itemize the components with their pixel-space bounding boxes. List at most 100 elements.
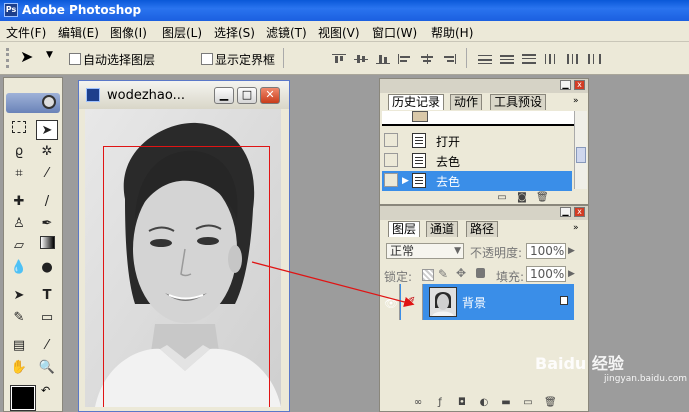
layer-style-icon[interactable]: ƒ: [434, 397, 446, 408]
menu-select[interactable]: 选择(S): [214, 24, 255, 41]
align-left-icon[interactable]: [398, 54, 412, 64]
history-source-checkbox[interactable]: [384, 133, 398, 147]
magic-wand-tool-icon[interactable]: ✲: [36, 142, 58, 162]
history-source-checkbox[interactable]: [384, 153, 398, 167]
tab-layers[interactable]: 图层: [388, 221, 421, 237]
lock-transparency-icon[interactable]: [422, 269, 434, 281]
show-bounding-box-checkbox[interactable]: [201, 53, 213, 65]
layer-mask-icon[interactable]: ◘: [456, 397, 468, 408]
distribute-top-icon[interactable]: [478, 54, 492, 64]
move-tool-preset-icon[interactable]: ➤: [20, 47, 33, 66]
panel-minimize-button[interactable]: ▁: [560, 207, 571, 217]
rectangle-tool-icon[interactable]: ▭: [36, 308, 58, 328]
adjustment-layer-icon[interactable]: ◐: [478, 397, 490, 408]
distribute-vcenter-icon[interactable]: [500, 54, 514, 64]
panel-menu-icon[interactable]: »: [573, 223, 579, 233]
panel-close-button[interactable]: x: [574, 207, 585, 217]
menu-view[interactable]: 视图(V): [318, 24, 360, 41]
clone-stamp-tool-icon[interactable]: ♙: [8, 214, 30, 234]
slice-tool-icon[interactable]: ⁄: [36, 164, 58, 184]
new-document-from-state-icon[interactable]: ▭: [496, 192, 508, 203]
history-item-selected[interactable]: ▶ 去色: [382, 171, 572, 191]
hand-tool-icon[interactable]: ✋: [8, 358, 30, 378]
new-group-icon[interactable]: ▬: [500, 397, 512, 408]
distribute-right-icon[interactable]: [588, 54, 602, 64]
menu-layer[interactable]: 图层(L): [162, 24, 202, 41]
menu-image[interactable]: 图像(I): [110, 24, 147, 41]
gradient-tool-icon[interactable]: [36, 236, 58, 256]
camera-icon[interactable]: ◙: [516, 192, 528, 203]
brush-tool-icon[interactable]: /: [36, 192, 58, 212]
menu-help[interactable]: 帮助(H): [431, 24, 473, 41]
new-layer-icon[interactable]: ▭: [522, 397, 534, 408]
opacity-input[interactable]: 100%: [526, 243, 566, 259]
menu-filter[interactable]: 滤镜(T): [266, 24, 307, 41]
tab-actions[interactable]: 动作: [450, 94, 483, 110]
chevron-down-icon[interactable]: ▼: [46, 50, 53, 60]
minimize-button[interactable]: ▁: [214, 87, 234, 104]
trash-icon[interactable]: 🗑: [536, 192, 549, 203]
lock-all-icon[interactable]: [476, 268, 485, 278]
menu-edit[interactable]: 编辑(E): [58, 24, 99, 41]
align-hcenter-icon[interactable]: [420, 54, 434, 64]
zoom-tool-icon[interactable]: 🔍: [36, 358, 58, 378]
history-scrollbar[interactable]: [574, 111, 587, 189]
options-grip[interactable]: [6, 48, 19, 68]
dodge-tool-icon[interactable]: ●: [36, 258, 58, 278]
fill-arrow-icon[interactable]: ▶: [568, 269, 575, 279]
menu-file[interactable]: 文件(F): [6, 24, 46, 41]
swap-colors-icon[interactable]: ↶: [41, 384, 50, 397]
align-right-icon[interactable]: [442, 54, 456, 64]
panel-close-button[interactable]: x: [574, 80, 585, 90]
trash-icon[interactable]: 🗑: [544, 397, 557, 408]
history-brush-tool-icon[interactable]: ✒: [36, 214, 58, 234]
layer-row-background[interactable]: 👁 ✐ 背景: [382, 284, 574, 320]
link-layers-icon[interactable]: ∞: [412, 397, 424, 408]
blur-tool-icon[interactable]: 💧: [8, 258, 30, 278]
align-top-icon[interactable]: [332, 54, 346, 64]
lock-position-icon[interactable]: ✥: [456, 266, 466, 280]
history-source-checkbox[interactable]: [384, 173, 398, 187]
pen-tool-icon[interactable]: ✎: [8, 308, 30, 328]
eraser-tool-icon[interactable]: ▱: [8, 236, 30, 256]
distribute-left-icon[interactable]: [544, 54, 558, 64]
opacity-arrow-icon[interactable]: ▶: [568, 246, 575, 256]
adobe-online-icon[interactable]: [6, 93, 60, 113]
move-tool-icon[interactable]: ➤: [36, 120, 58, 140]
align-bottom-icon[interactable]: [376, 54, 390, 64]
tab-channels[interactable]: 通道: [426, 221, 459, 237]
history-item[interactable]: 去色: [382, 151, 572, 171]
tab-history[interactable]: 历史记录: [388, 94, 445, 110]
tab-tool-presets[interactable]: 工具预设: [490, 94, 547, 110]
notes-tool-icon[interactable]: ▤: [8, 336, 30, 356]
layers-panel-header[interactable]: [380, 206, 588, 220]
layer-visibility-toggle[interactable]: 👁: [382, 284, 400, 320]
distribute-hcenter-icon[interactable]: [566, 54, 580, 64]
distribute-bottom-icon[interactable]: [522, 54, 536, 64]
lock-pixels-icon[interactable]: ✎: [438, 267, 448, 281]
maximize-button[interactable]: □: [237, 87, 257, 104]
blend-mode-select[interactable]: 正常 ▼: [386, 243, 464, 259]
healing-brush-tool-icon[interactable]: ✚: [8, 192, 30, 212]
image-canvas[interactable]: [85, 109, 281, 407]
menu-window[interactable]: 窗口(W): [372, 24, 417, 41]
layer-link-cell[interactable]: ✐: [401, 284, 423, 320]
path-selection-tool-icon[interactable]: ➤: [8, 286, 30, 306]
foreground-color-swatch[interactable]: [10, 385, 36, 411]
crop-tool-icon[interactable]: ⌗: [8, 164, 30, 184]
marquee-tool-icon[interactable]: [8, 120, 30, 140]
align-vcenter-icon[interactable]: [354, 54, 368, 64]
history-panel-header[interactable]: [380, 79, 588, 93]
panel-menu-icon[interactable]: »: [573, 96, 579, 106]
tab-paths[interactable]: 路径: [466, 221, 499, 237]
panel-minimize-button[interactable]: ▁: [560, 80, 571, 90]
lasso-tool-icon[interactable]: ϱ: [8, 142, 30, 162]
history-item[interactable]: 打开: [382, 131, 572, 151]
document-titlebar[interactable]: wodezhao... ▁ □ ✕: [79, 81, 289, 109]
eyedropper-tool-icon[interactable]: ⁄: [36, 336, 58, 356]
type-tool-icon[interactable]: T: [36, 286, 58, 306]
history-snapshot-row[interactable]: [382, 111, 574, 126]
fill-input[interactable]: 100%: [526, 266, 566, 282]
auto-select-layer-checkbox[interactable]: [69, 53, 81, 65]
layer-name[interactable]: 背景: [462, 294, 486, 311]
